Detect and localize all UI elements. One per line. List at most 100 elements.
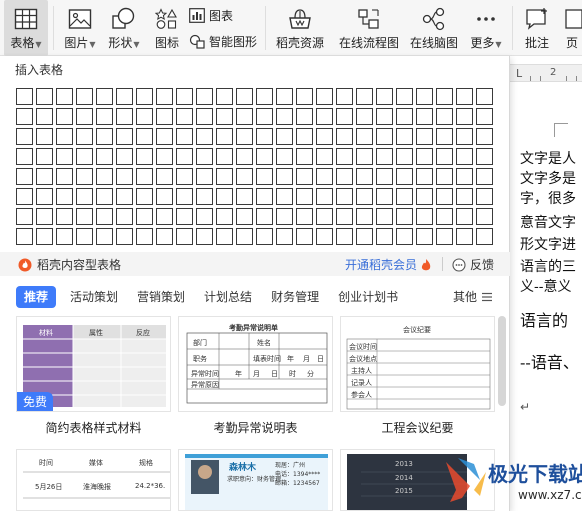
- more-button[interactable]: 更多▼: [466, 0, 506, 56]
- table-grid-cell[interactable]: [176, 108, 193, 125]
- table-grid-cell[interactable]: [396, 148, 413, 165]
- table-grid-cell[interactable]: [296, 188, 313, 205]
- table-grid-cell[interactable]: [136, 188, 153, 205]
- table-grid-cell[interactable]: [396, 108, 413, 125]
- shape-button[interactable]: 形状▼: [104, 0, 144, 56]
- table-grid-cell[interactable]: [16, 88, 33, 105]
- table-grid-cell[interactable]: [36, 188, 53, 205]
- template-card[interactable]: 时间 媒体 规格 5月26日 淮海晚报 24.2*36.: [16, 449, 171, 511]
- table-grid-cell[interactable]: [136, 128, 153, 145]
- table-grid-cell[interactable]: [196, 168, 213, 185]
- table-grid-cell[interactable]: [296, 88, 313, 105]
- table-grid-cell[interactable]: [176, 128, 193, 145]
- table-grid-cell[interactable]: [416, 188, 433, 205]
- tab-event-planning[interactable]: 活动策划: [70, 286, 118, 308]
- table-grid-cell[interactable]: [336, 168, 353, 185]
- table-grid-cell[interactable]: [436, 88, 453, 105]
- template-card[interactable]: 材料 属性 反应 免费: [16, 316, 171, 412]
- comment-button[interactable]: 批注: [518, 0, 556, 56]
- other-categories-button[interactable]: 其他: [453, 286, 493, 308]
- table-grid-cell[interactable]: [236, 128, 253, 145]
- table-grid-cell[interactable]: [136, 148, 153, 165]
- table-grid-cell[interactable]: [276, 88, 293, 105]
- table-grid-cell[interactable]: [456, 148, 473, 165]
- table-grid-cell[interactable]: [436, 228, 453, 245]
- table-grid-cell[interactable]: [16, 148, 33, 165]
- table-grid-cell[interactable]: [396, 88, 413, 105]
- table-grid-cell[interactable]: [356, 228, 373, 245]
- table-grid-cell[interactable]: [116, 108, 133, 125]
- table-grid-cell[interactable]: [376, 228, 393, 245]
- table-grid-cell[interactable]: [276, 108, 293, 125]
- table-grid-cell[interactable]: [56, 108, 73, 125]
- table-grid-cell[interactable]: [356, 188, 373, 205]
- table-grid-cell[interactable]: [456, 168, 473, 185]
- table-grid-cell[interactable]: [216, 88, 233, 105]
- table-grid-cell[interactable]: [216, 168, 233, 185]
- online-mindmap-button[interactable]: 在线脑图: [406, 0, 462, 56]
- table-grid-cell[interactable]: [16, 208, 33, 225]
- table-grid-cell[interactable]: [96, 188, 113, 205]
- table-grid-cell[interactable]: [276, 168, 293, 185]
- table-grid-cell[interactable]: [356, 148, 373, 165]
- table-grid-cell[interactable]: [296, 148, 313, 165]
- table-grid-cell[interactable]: [316, 168, 333, 185]
- table-grid-cell[interactable]: [416, 228, 433, 245]
- open-vip-link[interactable]: 开通稻壳会员: [345, 256, 432, 273]
- table-grid-cell[interactable]: [156, 228, 173, 245]
- table-grid-cell[interactable]: [96, 88, 113, 105]
- table-grid-cell[interactable]: [36, 88, 53, 105]
- table-grid-cell[interactable]: [156, 208, 173, 225]
- table-grid-cell[interactable]: [136, 168, 153, 185]
- table-grid-cell[interactable]: [156, 108, 173, 125]
- table-grid-cell[interactable]: [276, 188, 293, 205]
- table-grid-cell[interactable]: [316, 228, 333, 245]
- table-grid-cell[interactable]: [36, 128, 53, 145]
- table-size-grid[interactable]: [16, 88, 493, 245]
- table-grid-cell[interactable]: [176, 228, 193, 245]
- table-grid-cell[interactable]: [376, 188, 393, 205]
- table-grid-cell[interactable]: [196, 88, 213, 105]
- table-grid-cell[interactable]: [56, 168, 73, 185]
- table-grid-cell[interactable]: [116, 188, 133, 205]
- table-grid-cell[interactable]: [16, 188, 33, 205]
- table-grid-cell[interactable]: [36, 208, 53, 225]
- table-grid-cell[interactable]: [216, 188, 233, 205]
- table-grid-cell[interactable]: [116, 168, 133, 185]
- table-grid-cell[interactable]: [396, 208, 413, 225]
- table-grid-cell[interactable]: [276, 148, 293, 165]
- tab-marketing[interactable]: 营销策划: [137, 286, 185, 308]
- table-grid-cell[interactable]: [196, 208, 213, 225]
- table-grid-cell[interactable]: [476, 88, 493, 105]
- table-grid-cell[interactable]: [216, 108, 233, 125]
- table-grid-cell[interactable]: [236, 108, 253, 125]
- table-grid-cell[interactable]: [256, 208, 273, 225]
- table-grid-cell[interactable]: [176, 148, 193, 165]
- document-area[interactable]: L 2 文字是人 文字多是 字，很多 意音文字 形文字进 语言的三 义--意义 …: [510, 56, 582, 511]
- template-card[interactable]: 考勤异常说明单 部门 职务 异常时间 异常原因 姓名 填表时间 年 月 日 年 …: [178, 316, 333, 412]
- table-grid-cell[interactable]: [396, 188, 413, 205]
- table-grid-cell[interactable]: [456, 228, 473, 245]
- table-grid-cell[interactable]: [476, 108, 493, 125]
- picture-button[interactable]: 图片▼: [60, 0, 100, 56]
- table-grid-cell[interactable]: [416, 128, 433, 145]
- table-grid-cell[interactable]: [116, 208, 133, 225]
- table-grid-cell[interactable]: [456, 88, 473, 105]
- table-grid-cell[interactable]: [96, 148, 113, 165]
- table-grid-cell[interactable]: [336, 228, 353, 245]
- tab-finance[interactable]: 财务管理: [271, 286, 319, 308]
- table-grid-cell[interactable]: [16, 228, 33, 245]
- table-grid-cell[interactable]: [116, 228, 133, 245]
- tab-plan-summary[interactable]: 计划总结: [204, 286, 252, 308]
- table-grid-cell[interactable]: [136, 228, 153, 245]
- feedback-link[interactable]: 反馈: [452, 256, 494, 273]
- table-grid-cell[interactable]: [256, 108, 273, 125]
- table-grid-cell[interactable]: [16, 168, 33, 185]
- table-grid-cell[interactable]: [156, 188, 173, 205]
- table-grid-cell[interactable]: [436, 168, 453, 185]
- table-grid-cell[interactable]: [156, 168, 173, 185]
- table-grid-cell[interactable]: [376, 88, 393, 105]
- table-grid-cell[interactable]: [56, 148, 73, 165]
- table-grid-cell[interactable]: [336, 108, 353, 125]
- tab-business-plan[interactable]: 创业计划书: [338, 286, 398, 308]
